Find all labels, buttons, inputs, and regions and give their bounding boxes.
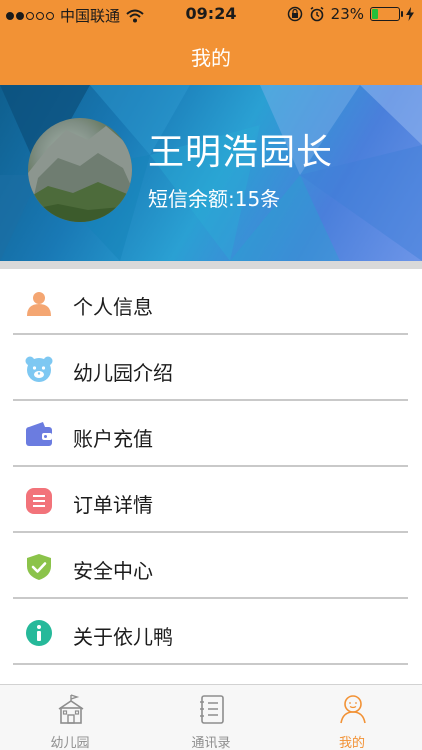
shield-icon [27,554,51,580]
avatar[interactable] [28,118,132,222]
menu-item-order-details[interactable]: 订单详情 [0,467,422,533]
battery-icon [370,7,403,21]
profile-icon [340,695,366,724]
menu-item-label: 订单详情 [73,493,153,517]
tab-contacts[interactable]: 通讯录 [141,685,281,750]
contacts-icon [200,695,224,724]
menu-item-label: 幼儿园介绍 [73,361,173,385]
menu-item-account-recharge[interactable]: 账户充值 [0,401,422,467]
sms-balance: 短信余额:15条 [148,187,281,211]
menu-item-label: 个人信息 [73,295,153,319]
divider [13,663,408,665]
tab-label: 通讯录 [191,736,231,750]
battery-fill [372,9,378,19]
nav-bar: 我的 [0,28,422,85]
menu-item-personal-info[interactable]: 个人信息 [0,269,422,335]
orientation-lock-icon [287,6,302,22]
school-icon [58,694,84,724]
person-icon [27,292,51,316]
menu-item-kindergarten-intro[interactable]: 幼儿园介绍 [0,335,422,401]
status-right: 23% [287,5,414,23]
list-icon [26,488,52,514]
info-icon [26,620,52,646]
tab-kindergarten[interactable]: 幼儿园 [0,685,140,750]
alarm-icon [310,6,324,22]
avatar-photo [28,126,132,222]
tab-label: 幼儿园 [50,736,90,750]
charging-bolt-icon [406,7,414,21]
profile-banner: 王明浩园长 短信余额:15条 [0,85,422,261]
tab-label: 我的 [338,736,365,750]
page-title: 我的 [191,46,231,70]
menu-item-label: 安全中心 [73,559,153,583]
menu-item-label: 关于依儿鸭 [73,625,173,649]
battery-percent: 23% [330,5,364,23]
menu-item-security-center[interactable]: 安全中心 [0,533,422,599]
menu-item-about[interactable]: 关于依儿鸭 [0,599,422,665]
user-name: 王明浩园长 [148,132,334,173]
bear-icon [25,356,53,382]
menu-item-label: 账户充值 [73,427,153,451]
section-separator [0,261,422,269]
profile-menu: 个人信息 幼儿园介绍 账户充值 订单详情 安全中心 关于依儿鸭 [0,269,422,665]
wallet-icon [26,422,52,446]
status-bar: 中国联通 09:24 23% [0,0,422,28]
tab-bar: 幼儿园 通讯录 我的 [0,684,422,750]
tab-mine[interactable]: 我的 [282,685,422,750]
